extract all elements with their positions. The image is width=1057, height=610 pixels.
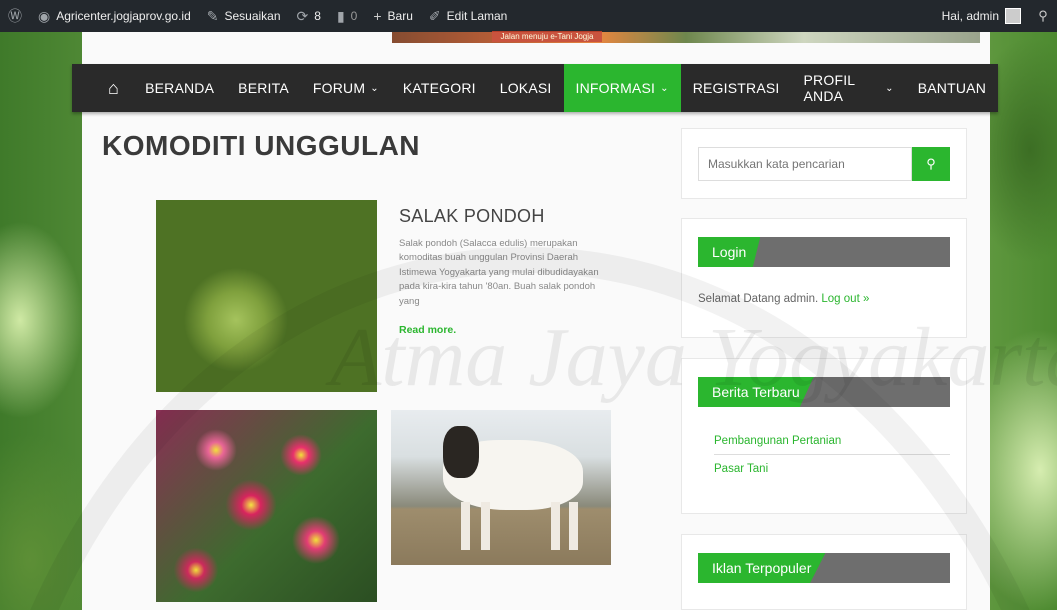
widget-title: Berita Terbaru	[698, 377, 814, 407]
divider	[714, 454, 950, 455]
avatar	[1005, 8, 1021, 24]
popular-ads-widget: Iklan Terpopuler	[681, 534, 967, 610]
widget-header: Iklan Terpopuler	[698, 553, 950, 583]
widget-title: Login	[698, 237, 761, 267]
comments-link[interactable]: ▮ 0	[329, 0, 365, 32]
logout-link[interactable]: Log out »	[821, 293, 869, 305]
nav-label: BANTUAN	[917, 80, 986, 96]
login-widget: Login Selamat Datang admin. Log out »	[681, 218, 967, 338]
post-excerpt: Salak pondoh (Salacca edulis) merupakan …	[399, 238, 599, 307]
news-link[interactable]: Pembangunan Pertanian	[714, 435, 841, 447]
refresh-icon: ⟳	[296, 7, 309, 24]
recent-news-widget: Berita Terbaru Pembangunan Pertanian Pas…	[681, 358, 967, 514]
nav-label: PROFIL ANDA	[803, 72, 855, 104]
commodity-image-srikaya[interactable]	[156, 200, 377, 392]
widget-header: Berita Terbaru	[698, 377, 950, 407]
nav-item-forum[interactable]: FORUM ⌄	[301, 64, 391, 112]
post-title[interactable]: SALAK PONDOH	[399, 206, 545, 227]
nav-label: KATEGORI	[402, 80, 476, 96]
goat-leg-shape	[569, 502, 578, 550]
main-navigation: ⌂ BERANDA BERITA FORUM ⌄ KATEGORI LOKASI …	[72, 64, 998, 112]
read-more-link[interactable]: Read more.	[399, 324, 456, 336]
header-banner: Jalan menuju e-Tani Jogja	[392, 31, 980, 43]
nav-item-registrasi[interactable]: REGISTRASI	[681, 64, 792, 112]
nav-label: BERITA	[238, 80, 289, 96]
news-link[interactable]: Pasar Tani	[714, 463, 768, 475]
search-icon[interactable]: ⚲	[912, 147, 950, 181]
plus-icon: +	[373, 8, 382, 24]
new-label: Baru	[387, 9, 413, 23]
goat-leg-shape	[551, 502, 560, 550]
nav-item-lokasi[interactable]: LOKASI	[488, 64, 564, 112]
account-menu[interactable]: Hai, admin	[934, 0, 1029, 32]
updates-count: 8	[314, 9, 321, 23]
nav-label: FORUM	[312, 80, 366, 96]
login-status: Selamat Datang admin. Log out »	[698, 293, 869, 305]
welcome-text: Selamat Datang admin.	[698, 293, 819, 305]
search-widget: ⚲	[681, 128, 967, 199]
nav-item-kategori[interactable]: KATEGORI	[391, 64, 488, 112]
greeting-label: Hai, admin	[941, 9, 999, 23]
chevron-down-icon: ⌄	[885, 82, 894, 94]
goat-leg-shape	[461, 502, 470, 550]
widget-header: Login	[698, 237, 950, 267]
admin-bar: Ⓦ ◉ Agricenter.jogjaprov.go.id ✎ Sesuaikan…	[0, 0, 1057, 32]
nav-label: LOKASI	[499, 80, 552, 96]
widget-title: Iklan Terpopuler	[698, 553, 826, 583]
chevron-down-icon: ⌄	[370, 82, 379, 94]
nav-item-beranda[interactable]: BERANDA	[133, 64, 226, 112]
comment-icon: ▮	[336, 7, 345, 24]
commodity-image-chrysanthemum[interactable]	[156, 410, 377, 602]
customize-label: Sesuaikan	[224, 9, 281, 23]
goat-head-shape	[443, 426, 479, 478]
customize-link[interactable]: ✎ Sesuaikan	[199, 0, 289, 32]
goat-leg-shape	[481, 502, 490, 550]
banner-tag: Jalan menuju e-Tani Jogja	[492, 31, 602, 42]
new-content-link[interactable]: + Baru	[365, 0, 421, 32]
wordpress-icon: Ⓦ	[8, 8, 22, 24]
nav-item-bantuan[interactable]: BANTUAN	[906, 64, 998, 112]
wordpress-logo-button[interactable]: Ⓦ	[0, 0, 30, 32]
edit-label: Edit Laman	[446, 9, 508, 23]
page-title: KOMODITI UNGGULAN	[102, 130, 421, 161]
nav-label: REGISTRASI	[692, 80, 780, 96]
admin-search-icon[interactable]: ⚲	[1029, 0, 1057, 32]
nav-label: BERANDA	[145, 80, 215, 96]
comments-count: 0	[350, 9, 358, 23]
search-input[interactable]	[698, 147, 912, 181]
edit-page-link[interactable]: ✐ Edit Laman	[421, 0, 515, 32]
site-name-label: Agricenter.jogjaprov.go.id	[56, 9, 191, 23]
nav-item-informasi[interactable]: INFORMASI ⌄	[563, 64, 681, 112]
chevron-down-icon: ⌄	[660, 82, 669, 94]
commodity-image-goat[interactable]	[391, 410, 611, 565]
nav-item-profil-anda[interactable]: PROFIL ANDA ⌄	[792, 64, 906, 112]
home-icon[interactable]: ⌂	[108, 64, 133, 112]
site-name-link[interactable]: ◉ Agricenter.jogjaprov.go.id	[30, 0, 199, 32]
nav-label: INFORMASI	[575, 80, 656, 96]
updates-link[interactable]: ⟳ 8	[289, 0, 329, 32]
pencil-icon: ✐	[428, 7, 441, 24]
brush-icon: ✎	[206, 7, 219, 24]
nav-item-berita[interactable]: BERITA	[226, 64, 301, 112]
dashboard-icon: ◉	[38, 7, 51, 24]
